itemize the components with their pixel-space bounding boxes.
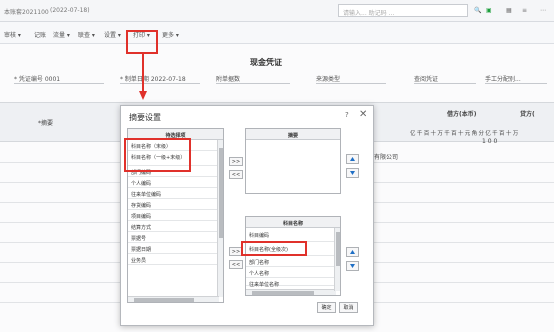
toolbar-more[interactable]: 更多 ▾	[162, 30, 179, 39]
voucher-title: 现金凭证	[250, 58, 282, 67]
summary-header: 摘要	[246, 129, 340, 140]
voucher-no-underline	[14, 83, 104, 84]
subject-item[interactable]: 往来单位名称	[246, 278, 340, 288]
toolbar-query[interactable]: 联查 ▾	[78, 30, 95, 39]
voucher-toolbar: 审核 ▾ 记账 流量 ▾ 联查 ▾ 设置 ▾ 打印 ▾ 更多 ▾	[0, 22, 554, 44]
pending-item[interactable]: 票据号	[128, 232, 223, 243]
window-top-bar: 本账套2021100 (2022-07-18) 请输入... 助记码 ... 🔍…	[0, 0, 554, 22]
ok-button[interactable]: 确定	[317, 302, 336, 313]
view-voucher[interactable]: 查阅凭证	[414, 74, 438, 83]
cancel-button[interactable]: 取消	[339, 302, 358, 313]
pending-item[interactable]: 结算方式	[128, 221, 223, 232]
print-highlight-box	[126, 30, 158, 54]
view-underline	[414, 83, 476, 84]
chevron-down-icon	[350, 171, 355, 175]
pending-item[interactable]: 票据日期	[128, 243, 223, 254]
toolbar-post[interactable]: 记账	[34, 30, 46, 39]
search-icon[interactable]: 🔍	[474, 7, 481, 14]
manual-assign[interactable]: 手工分配别...	[485, 74, 521, 83]
subject-move-down-button[interactable]	[346, 261, 359, 271]
subject-highlight-box	[241, 241, 307, 256]
attach-underline	[216, 83, 290, 84]
col-credit: 贷方(	[520, 111, 535, 118]
pending-vscrollbar[interactable]	[217, 140, 223, 297]
subject-vscroll-thumb[interactable]	[336, 232, 340, 266]
filter-icon[interactable]: ▣	[486, 7, 492, 14]
pending-vscroll-thumb[interactable]	[219, 148, 223, 238]
toolbar-settings[interactable]: 设置 ▾	[104, 30, 121, 39]
chevron-up-icon	[350, 157, 355, 161]
row1-company[interactable]: 有限公司	[374, 152, 398, 161]
annotation-arrow	[139, 54, 147, 100]
toolbar-audit[interactable]: 审核 ▾	[4, 30, 21, 39]
subject-item[interactable]: 部门名称	[246, 256, 340, 267]
pending-item[interactable]: 项目编码	[128, 210, 223, 221]
move-left-button[interactable]: <<	[229, 170, 243, 179]
more-icon[interactable]: ⋯	[540, 7, 546, 14]
subject-hscroll-thumb[interactable]	[252, 291, 314, 295]
help-icon[interactable]: ?	[345, 111, 349, 119]
top-date: (2022-07-18)	[50, 7, 90, 14]
subject-header: 科目名称	[246, 217, 340, 228]
grid-icon[interactable]: ▦	[506, 7, 512, 14]
subject-vscrollbar[interactable]	[334, 228, 340, 291]
subject-name-panel: 科目名称 科目编码 科目名称(全级次) 部门名称 个人名称 往来单位名称	[245, 216, 341, 296]
doc-code: 本账套2021100	[4, 9, 49, 16]
attach-count[interactable]: 附单据数	[216, 74, 240, 83]
pending-hscroll-thumb[interactable]	[134, 298, 194, 302]
close-icon[interactable]: ✕	[359, 109, 367, 120]
move-right-button[interactable]: >>	[229, 157, 243, 166]
toolbar-flow[interactable]: 流量 ▾	[53, 30, 70, 39]
chevron-up-icon	[350, 250, 355, 254]
pending-highlight-box	[124, 138, 191, 172]
subject-item[interactable]: 个人名称	[246, 267, 340, 278]
voucher-date[interactable]: * 制单日期 2022-07-18	[120, 74, 186, 83]
subject-hscrollbar[interactable]	[246, 289, 336, 295]
col-debit: 借方(本币)	[447, 111, 477, 118]
subject-move-up-button[interactable]	[346, 247, 359, 257]
manual-underline	[485, 83, 547, 84]
search-input[interactable]: 请输入... 助记码 ...	[338, 4, 468, 17]
dialog-title: 摘要设置	[129, 113, 161, 122]
pending-item[interactable]: 业务员	[128, 254, 223, 265]
pending-item[interactable]: 存货编码	[128, 199, 223, 210]
col-summary: *摘要	[38, 120, 54, 127]
subject-move-left-button[interactable]: <<	[229, 260, 243, 269]
summary-move-up-button[interactable]	[346, 154, 359, 164]
summary-panel: 摘要	[245, 128, 341, 194]
money-units: 亿 千 百 十 万 千 百 十 元 角 分 亿 千 百 十 万	[410, 131, 519, 137]
voucher-no[interactable]: * 凭证编号 0001	[14, 74, 60, 83]
source-type: 来源类型	[316, 76, 341, 83]
pending-item[interactable]: 往来单位编码	[128, 188, 223, 199]
source-underline	[316, 83, 386, 84]
chevron-down-icon	[350, 264, 355, 268]
pending-hscrollbar[interactable]	[128, 296, 219, 302]
pending-item[interactable]: 个人编码	[128, 177, 223, 188]
menu-icon[interactable]: ≡	[522, 7, 527, 14]
summary-move-down-button[interactable]	[346, 168, 359, 178]
subject-item[interactable]: 科目编码	[246, 228, 340, 242]
row1-debit-amount[interactable]: 1 0 0	[482, 138, 497, 145]
voucher-date-underline	[120, 83, 200, 84]
